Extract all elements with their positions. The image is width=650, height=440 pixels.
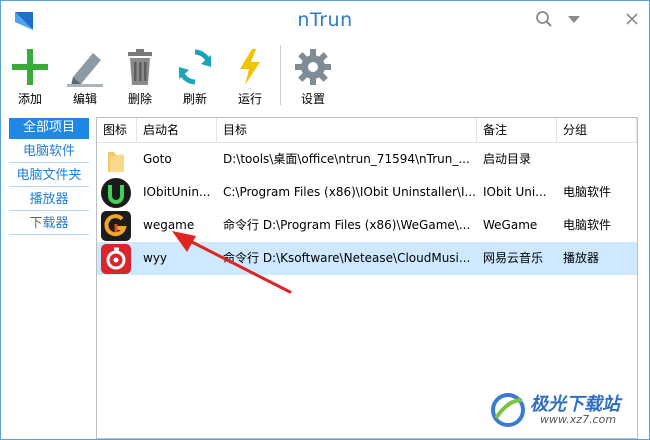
add-label: 添加: [17, 92, 42, 106]
watermark-logo-icon: [491, 393, 525, 427]
row-note: 网易云音乐: [483, 251, 544, 265]
lightning-icon: [240, 49, 260, 85]
column-header-icon[interactable]: 图标: [97, 118, 137, 142]
sidebar-item-downloaders[interactable]: 下载器: [9, 214, 89, 235]
column-header-note[interactable]: 备注: [477, 118, 557, 142]
row-name: wyy: [143, 251, 168, 265]
column-header-name[interactable]: 启动名: [137, 118, 217, 142]
close-button[interactable]: [619, 7, 645, 31]
search-button[interactable]: [531, 7, 557, 31]
row-note: WeGame: [483, 218, 538, 232]
row-group: 播放器: [563, 251, 600, 265]
app-window: nTrun 添加 编辑 删除 刷新 运行 设置 全部项目 电脑软件 电脑文件夹 …: [0, 0, 650, 440]
sidebar-item-players[interactable]: 播放器: [9, 190, 89, 211]
add-button[interactable]: 添加: [4, 47, 56, 113]
column-header-group[interactable]: 分组: [557, 118, 637, 142]
edit-label: 编辑: [72, 92, 97, 106]
category-sidebar: 全部项目 电脑软件 电脑文件夹 播放器 下载器: [9, 118, 89, 238]
sidebar-item-software[interactable]: 电脑软件: [9, 142, 89, 163]
gear-icon: [295, 49, 331, 85]
row-group: 电脑软件: [563, 185, 612, 199]
toolbar-divider: [280, 45, 281, 105]
trash-icon: [128, 49, 152, 85]
chevron-down-icon: [568, 16, 580, 23]
row-note: IObit Uni...: [483, 185, 547, 199]
netease-music-icon: [101, 244, 131, 274]
settings-label: 设置: [300, 92, 325, 106]
folder-icon: [108, 152, 124, 172]
iobit-icon: [101, 178, 131, 208]
watermark-url: www.xz7.com: [540, 413, 617, 426]
wegame-icon: [101, 211, 131, 241]
row-name: Goto: [143, 152, 172, 166]
toolbar: 添加 编辑 删除 刷新 运行 设置: [1, 41, 649, 113]
table-row[interactable]: wegame 命令行 D:\Program Files (x86)\WeGame…: [97, 209, 637, 242]
sidebar-item-all[interactable]: 全部项目: [9, 118, 89, 139]
row-target: 命令行 D:\Program Files (x86)\WeGame\...: [223, 218, 471, 232]
delete-label: 删除: [127, 92, 152, 106]
row-note: 启动目录: [483, 152, 532, 166]
refresh-label: 刷新: [182, 92, 207, 106]
settings-button[interactable]: 设置: [287, 47, 339, 113]
close-icon: [626, 13, 638, 25]
delete-button[interactable]: 删除: [114, 47, 166, 113]
row-group: [557, 143, 637, 176]
row-name: IObitUnin...: [143, 185, 211, 199]
row-name: wegame: [143, 218, 195, 232]
edit-button[interactable]: 编辑: [59, 47, 111, 113]
row-group: 电脑软件: [563, 218, 612, 232]
row-target: 命令行 D:\Ksoftware\Netease\CloudMusi...: [223, 251, 471, 265]
table-row[interactable]: Goto D:\tools\桌面\office\ntrun_71594\nTru…: [97, 143, 637, 176]
table-row-selected[interactable]: wyy 命令行 D:\Ksoftware\Netease\CloudMusi..…: [97, 242, 637, 275]
column-header-target[interactable]: 目标: [217, 118, 477, 142]
run-button[interactable]: 运行: [224, 47, 276, 113]
refresh-icon: [178, 49, 212, 85]
sidebar-item-folders[interactable]: 电脑文件夹: [9, 166, 89, 187]
run-label: 运行: [237, 92, 262, 106]
plus-icon: [12, 49, 48, 85]
list-header: 图标 启动名 目标 备注 分组: [97, 118, 637, 143]
watermark: 极光下载站 www.xz7.com: [488, 388, 648, 432]
menu-dropdown-button[interactable]: [561, 7, 587, 31]
row-target: D:\tools\桌面\office\ntrun_71594\nTrun_...: [223, 152, 470, 166]
row-target: C:\Program Files (x86)\IObit Uninstaller…: [223, 185, 476, 199]
search-icon: [536, 11, 552, 27]
table-row[interactable]: IObitUnin... C:\Program Files (x86)\IObi…: [97, 176, 637, 209]
title-bar[interactable]: nTrun: [1, 1, 649, 39]
pencil-icon: [67, 53, 103, 87]
refresh-button[interactable]: 刷新: [169, 47, 221, 113]
